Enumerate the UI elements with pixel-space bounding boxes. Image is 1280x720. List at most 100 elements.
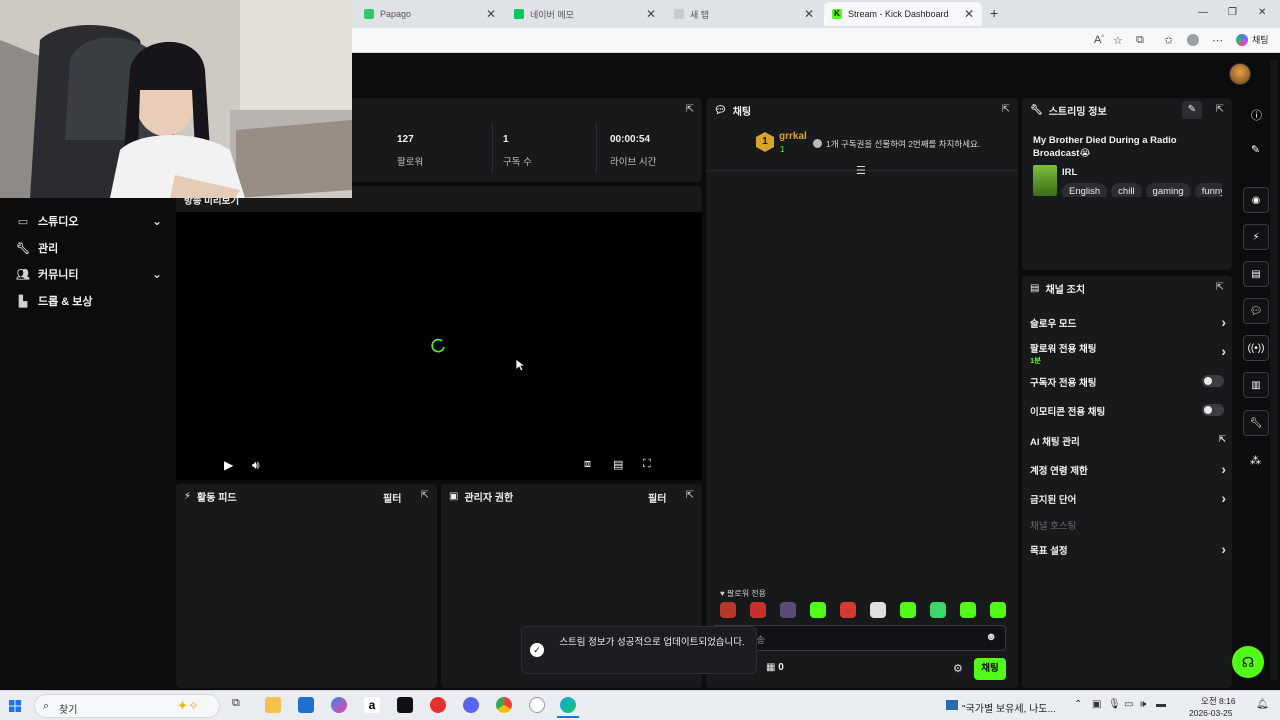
emote-icon[interactable] — [720, 602, 736, 618]
lightning-icon[interactable]: ⚡︎ — [1243, 224, 1269, 250]
chat-send-button[interactable]: 채팅 — [974, 658, 1006, 680]
battery-icon[interactable]: ▬ — [1156, 699, 1166, 710]
task-view-icon[interactable]: ⧉ — [232, 697, 248, 713]
discord-icon[interactable] — [463, 697, 479, 713]
layout-icon[interactable]: ▥ — [1243, 372, 1269, 398]
notifications-icon[interactable]: 🔔︎ — [1256, 699, 1269, 710]
tab-kick-dashboard[interactable]: K Stream - Kick Dashboard ✕ — [824, 2, 982, 26]
goal-settings-row[interactable]: 목표 설정 › — [1030, 541, 1226, 557]
popout-icon[interactable]: ⇱ — [1216, 282, 1224, 293]
follower-only-chat-row[interactable]: 팔로워 전용 채팅 1분 › — [1030, 341, 1226, 366]
banned-words-row[interactable]: 금지된 단어 › — [1030, 490, 1226, 506]
popout-icon[interactable]: ⇱ — [1216, 104, 1224, 115]
popout-icon[interactable]: ⇱ — [686, 490, 694, 501]
account-age-row[interactable]: 계정 연령 제한 › — [1030, 461, 1226, 477]
user-avatar[interactable] — [1229, 63, 1251, 85]
slow-mode-row[interactable]: 슬로우 모드 › — [1030, 314, 1226, 330]
more-menu-icon[interactable]: ⋯ — [1212, 34, 1223, 47]
stream-preview-player[interactable] — [176, 212, 702, 480]
community-icon[interactable]: ⁂ — [1250, 454, 1261, 467]
emote-only-toggle[interactable] — [1202, 404, 1224, 416]
close-tab-icon[interactable]: ✕ — [646, 7, 656, 21]
broadcast-icon[interactable]: ((•)) — [1243, 335, 1269, 361]
naver-memo-favicon — [514, 9, 524, 19]
tab-naver-memo[interactable]: 네이버 메모 ✕ — [506, 2, 664, 26]
windows-start-icon[interactable] — [9, 700, 21, 712]
chat-settings-icon[interactable]: ⚙ — [953, 662, 963, 675]
pinned-username[interactable]: grrkal — [779, 131, 807, 142]
news-ticker[interactable]: "국가별 보유세, 나도... — [962, 700, 1056, 715]
popout-icon[interactable]: ⇱ — [1002, 104, 1010, 115]
tray-expand-icon[interactable]: ⌃ — [1074, 699, 1082, 710]
sidebar-item-drops[interactable]: ▙ 드롭 & 보상 — [16, 290, 166, 312]
chrome-icon[interactable] — [496, 697, 512, 713]
emote-icon[interactable] — [990, 602, 1006, 618]
emote-icon[interactable] — [960, 602, 976, 618]
page-scrollbar[interactable] — [1270, 60, 1278, 680]
microphone-icon[interactable]: 🎙︎ — [1108, 699, 1121, 710]
sidebar-item-manage[interactable]: 🔧︎ 관리 — [16, 237, 166, 259]
tiktok-icon[interactable] — [397, 697, 413, 713]
close-tab-icon[interactable]: ✕ — [964, 7, 974, 21]
info-icon[interactable]: ⓘ — [1251, 107, 1262, 123]
sidebar-item-community[interactable]: 👥︎ 커뮤니티 ⌄ — [16, 263, 166, 285]
outlook-icon[interactable] — [298, 697, 314, 713]
file-explorer-icon[interactable] — [265, 697, 281, 713]
minimize-button[interactable]: — — [1198, 7, 1208, 18]
wrench-icon[interactable]: 🔧︎ — [1243, 410, 1269, 436]
emote-icon[interactable] — [900, 602, 916, 618]
subscriber-only-toggle[interactable] — [1202, 375, 1224, 387]
close-window-button[interactable]: ✕ — [1258, 7, 1266, 18]
emote-icon[interactable] — [840, 602, 856, 618]
taskbar-time[interactable]: 오전 8:16 — [1201, 695, 1236, 707]
edit-pencil-icon[interactable]: ✎ — [1182, 101, 1202, 119]
theater-mode-icon[interactable]: ▤ — [613, 458, 623, 471]
new-tab-button[interactable]: + — [990, 5, 998, 21]
moderator-filter-button[interactable]: 필터 — [648, 490, 666, 505]
support-headset-button[interactable]: ☊ — [1232, 646, 1264, 678]
fullscreen-icon[interactable]: ⛶ — [643, 458, 651, 471]
picture-in-picture-icon[interactable]: ⧈ — [584, 458, 591, 471]
emote-icon[interactable] — [930, 602, 946, 618]
document-icon[interactable]: ▤ — [1243, 261, 1269, 287]
extensions-icon[interactable]: ⧉ — [1136, 34, 1144, 47]
profile-icon[interactable] — [1187, 34, 1199, 46]
copilot-chat-button[interactable]: 채팅 — [1236, 33, 1269, 46]
popout-icon[interactable]: ⇱ — [686, 104, 694, 115]
tab-papago[interactable]: Papago ✕ — [356, 2, 504, 26]
emote-icon[interactable] — [870, 602, 886, 618]
read-aloud-icon[interactable]: Aᵃ — [1094, 34, 1104, 46]
tray-app-icon[interactable]: ▭ — [1124, 699, 1133, 710]
volume-icon[interactable]: 🕪︎ — [1140, 699, 1146, 710]
amazon-icon[interactable]: a — [364, 697, 380, 713]
popout-icon[interactable]: ⇱ — [421, 490, 429, 501]
tag: funny — [1194, 183, 1222, 197]
chat-bubble-icon[interactable]: 💬︎ — [1243, 298, 1269, 324]
edit-pencil-icon[interactable]: ✎ — [1251, 143, 1260, 156]
copilot-icon[interactable] — [331, 697, 347, 713]
close-tab-icon[interactable]: ✕ — [486, 7, 496, 21]
tray-app-icon[interactable]: ▣ — [1092, 699, 1101, 710]
taskbar-search[interactable]: ⌕ 찾기 ✦✧ — [34, 694, 220, 718]
channel-points[interactable]: ▦ 0 — [766, 662, 784, 673]
ai-chat-management-row[interactable]: AI 채팅 관리 ⇱ — [1030, 434, 1226, 448]
camera-capture-icon[interactable]: ◉ — [1243, 187, 1269, 213]
taskbar-date[interactable]: 2026-03-25 — [1189, 708, 1232, 718]
emote-icon[interactable] — [780, 602, 796, 618]
emote-icon[interactable] — [750, 602, 766, 618]
chatgpt-icon[interactable] — [529, 697, 545, 713]
close-tab-icon[interactable]: ✕ — [804, 7, 814, 21]
emote-icon[interactable] — [810, 602, 826, 618]
chat-filter-icon[interactable]: ☰ — [856, 164, 866, 177]
activity-filter-button[interactable]: 필터 — [383, 490, 401, 505]
play-button[interactable]: ▶ — [224, 458, 233, 472]
sidebar-item-studio[interactable]: ▭ 스튜디오 ⌄ — [16, 210, 166, 232]
maximize-button[interactable]: ❐ — [1228, 7, 1237, 18]
emoji-picker-icon[interactable]: ☻ — [985, 631, 997, 643]
volume-icon[interactable]: 🔊︎ — [252, 458, 260, 473]
favorite-star-icon[interactable]: ☆ — [1113, 34, 1123, 47]
tab-new-tab[interactable]: 새 탭 ✕ — [666, 2, 822, 26]
favorites-icon[interactable]: ✩ — [1164, 34, 1173, 47]
app-icon[interactable] — [430, 697, 446, 713]
edge-icon[interactable] — [560, 697, 576, 713]
